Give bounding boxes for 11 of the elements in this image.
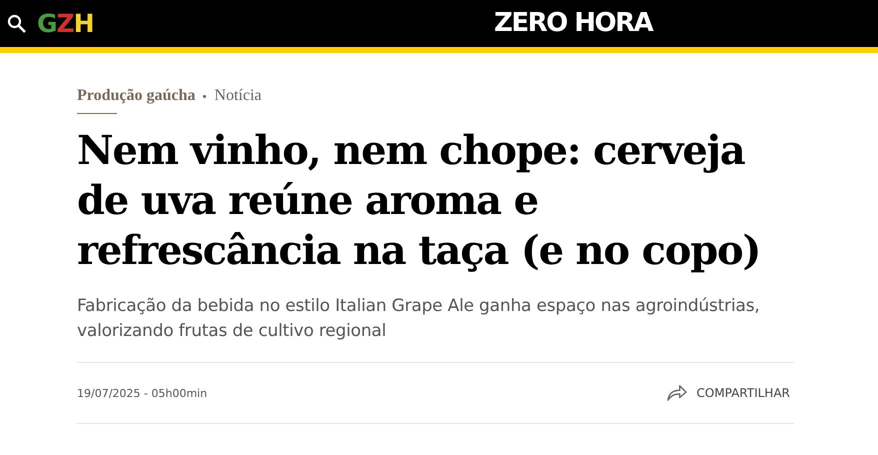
publish-date: 19/07/2025 - 05h00min (77, 386, 208, 400)
separator-dot (203, 94, 206, 98)
article-subtitle: Fabricação da bebida no estilo Italian Grape Ale ganha espaço nas agroindústrias, valorizando frutas de cultivo regional (77, 295, 761, 343)
brand-logo[interactable]: ZERO HORA (494, 4, 652, 42)
section-link[interactable]: Produção gaúcha (77, 87, 196, 105)
site-logo[interactable]: GZH (37, 9, 94, 38)
share-button[interactable]: COMPARTILHAR (666, 384, 794, 402)
article-type: Notícia (214, 87, 262, 105)
share-icon (666, 384, 688, 402)
search-icon[interactable] (7, 14, 27, 34)
article-headline: Nem vinho, nem chope: cerveja de uva reúne aroma e refrescância na taça (e no copo) (77, 126, 762, 276)
